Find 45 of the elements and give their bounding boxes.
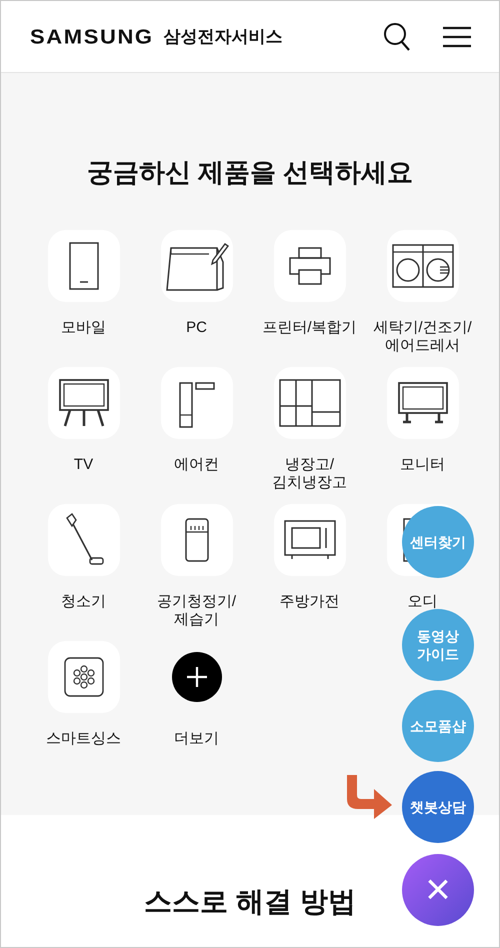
product-tile[interactable] [274,367,346,439]
product-tile[interactable] [386,230,458,302]
menu-icon[interactable] [443,26,471,48]
product-tile[interactable] [160,230,232,302]
product-label[interactable]: 모니터 [400,456,445,474]
microwave-icon [284,520,336,560]
product-label[interactable]: 주방가전 [280,593,340,611]
product-tile[interactable] [48,504,120,576]
product-label[interactable]: 청소기 [61,593,106,611]
product-tile[interactable] [48,641,120,713]
product-tile[interactable] [48,230,120,302]
printer-icon [288,246,330,286]
easel-tv-icon [58,378,110,428]
smartthings-icon [64,657,104,697]
product-label[interactable]: 냉장고/ 김치냉장고 [272,456,347,492]
service-name: 삼성전자서비스 [164,26,283,48]
product-label[interactable]: 공기청정기/ 제습기 [156,593,236,629]
section-title: 궁금하신 제품을 선택하세요 [86,156,414,189]
arrow-icon [344,775,394,819]
add-icon[interactable] [172,652,222,702]
product-tile[interactable] [160,367,232,439]
fridge-icon [278,379,340,427]
product-label[interactable]: TV [74,456,94,474]
close-button[interactable]: × [402,854,474,926]
product-tile[interactable] [274,504,346,576]
monitor-icon [396,381,448,425]
tablet-pen-icon [164,240,228,292]
washer-dryer-icon [392,244,454,288]
brand-logo[interactable]: SAMSUNG [30,24,154,48]
product-label[interactable]: 세탁기/건조기/ 에어드레서 [373,319,472,355]
product-label[interactable]: 더보기 [174,730,219,748]
product-tile[interactable] [274,230,346,302]
product-label[interactable]: 모바일 [61,319,106,337]
section-title: 스스로 해결 방법 [144,885,356,919]
phone-icon [68,242,98,290]
product-label[interactable]: PC [186,319,207,337]
product-label[interactable]: 에어컨 [174,456,219,474]
product-label[interactable]: 오디 [408,593,438,611]
search-icon[interactable] [383,22,411,52]
product-tile[interactable] [48,367,120,439]
product-label[interactable]: 스마트싱스 [46,730,121,748]
product-label[interactable]: 프린터/복합기 [262,319,357,337]
product-tile[interactable] [386,367,458,439]
product-tile[interactable] [160,504,232,576]
air-purifier-icon [184,518,208,562]
